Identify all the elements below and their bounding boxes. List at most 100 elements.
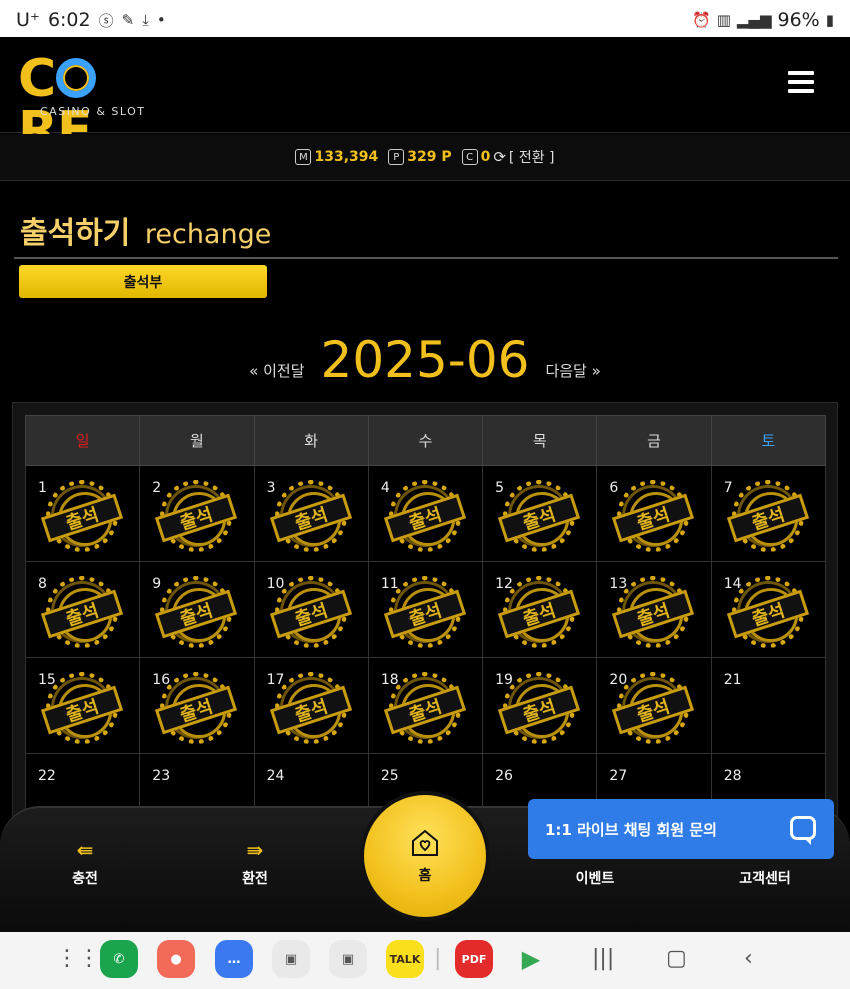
day-number: 6 — [609, 480, 619, 496]
hamburger-bar — [788, 89, 814, 93]
kakaotalk-app-icon[interactable]: TALK — [386, 940, 424, 978]
home-button[interactable]: 홈 — [360, 791, 490, 921]
android-dock: ⋮⋮⋮ ✆ ● … ▣ ▣ TALK | PDF ▶ ||| ▢ ‹ — [0, 932, 850, 989]
weekday-header: 금 — [596, 415, 712, 466]
play-store-icon[interactable]: ▶ — [512, 940, 550, 978]
hamburger-icon[interactable] — [788, 71, 814, 93]
phone-app-icon[interactable]: ✆ — [100, 940, 138, 978]
day-number: 7 — [723, 480, 733, 496]
day-number: 17 — [266, 672, 285, 688]
day-number: 11 — [380, 576, 399, 592]
day-number: 23 — [152, 768, 171, 784]
stamp-label: 출석 — [612, 685, 695, 735]
home-nav-icon[interactable]: ▢ — [666, 946, 687, 971]
stamp-label: 출석 — [726, 589, 809, 639]
point-icon: P — [388, 149, 405, 165]
stamp-label: 출석 — [498, 493, 581, 543]
calendar-day-cell: 출석 18 — [367, 657, 484, 754]
edit-icon: ✎ — [121, 11, 135, 29]
attendance-tab-button[interactable]: 출석부 — [19, 265, 267, 298]
day-number: 16 — [152, 672, 171, 688]
calendar-day-cell: 출석 15 — [24, 657, 141, 754]
contacts-app-icon[interactable]: ● — [157, 940, 195, 978]
back-icon[interactable]: ‹ — [744, 946, 753, 971]
prev-month-link[interactable]: « 이전달 — [249, 340, 304, 381]
day-number: 22 — [38, 768, 56, 784]
day-number: 9 — [152, 576, 162, 592]
refresh-icon[interactable]: ⟳ — [493, 148, 506, 166]
weekday-header: 목 — [482, 415, 598, 466]
stamp-label: 출석 — [269, 493, 352, 543]
attendance-stamp-icon: 출석 — [726, 480, 809, 552]
stamp-label: 출석 — [40, 493, 124, 543]
calendar-day-cell: 출석 6 — [596, 465, 712, 562]
day-number: 20 — [609, 672, 628, 688]
calendar-day-cell: 출석 12 — [482, 561, 598, 658]
download-icon: ⤓ — [142, 11, 149, 29]
carrier-label: U⁺ — [16, 9, 40, 31]
calendar-container: 일월화수목금토 출석 1 출석 2 출석 3 출석 4 출석 5 출석 6 출석 7 출석 8 출석 9 출석 10 출… — [12, 402, 838, 822]
messages-app-icon[interactable]: … — [215, 940, 253, 978]
stamp-label: 출석 — [155, 685, 238, 735]
calendar-day-cell: 출석 17 — [253, 657, 369, 754]
title-divider — [14, 257, 838, 259]
stamp-label: 출석 — [383, 589, 466, 639]
withdraw-icon: ⇛ — [246, 838, 264, 862]
logo-subtitle: CASINO & SLOT — [40, 105, 146, 118]
app-folder-2-icon[interactable]: ▣ — [329, 940, 367, 978]
stamp-label: 출석 — [498, 589, 581, 639]
day-number: 3 — [266, 480, 276, 496]
coin-icon: C — [461, 149, 478, 165]
calendar-day-cell: 출석 5 — [482, 465, 598, 562]
convert-link[interactable]: [ 전환 ] — [509, 147, 555, 167]
day-number: 1 — [38, 480, 47, 496]
calendar-day-cell: 출석 13 — [596, 561, 712, 658]
attendance-stamp-icon: 출석 — [612, 576, 695, 648]
day-number: 27 — [609, 768, 628, 784]
chat-bubble-icon — [790, 816, 816, 845]
deposit-icon: ⇚ — [76, 838, 94, 862]
day-number: 24 — [266, 768, 285, 784]
page-title: 출석하기 rechange — [20, 208, 271, 252]
attendance-stamp-icon: 출석 — [612, 480, 695, 552]
day-number: 12 — [495, 576, 513, 592]
stamp-label: 출석 — [155, 493, 238, 543]
day-number: 15 — [38, 672, 56, 688]
month-navigation: « 이전달 2025-06 다음달 » — [0, 330, 850, 390]
money-value: 133,394 — [314, 149, 379, 165]
balance-bar: M 133,394 P 329 P C 0 ⟳ [ 전환 ] — [0, 134, 850, 181]
attendance-stamp-icon: 출석 — [40, 672, 124, 744]
calendar-day-cell: 출석 8 — [24, 561, 141, 658]
attendance-stamp-icon: 출석 — [40, 576, 124, 648]
attendance-calendar: 일월화수목금토 출석 1 출석 2 출석 3 출석 4 출석 5 출석 6 출석 7 출석 8 출석 9 출석 10 출… — [24, 415, 827, 821]
recents-icon[interactable]: ||| — [592, 946, 614, 971]
point-balance: P 329 P — [388, 149, 452, 165]
day-number: 10 — [266, 576, 285, 592]
attendance-stamp-icon: 출석 — [612, 672, 695, 744]
calendar-day-cell: 출석 16 — [139, 657, 255, 754]
site-header: CRE CASINO & SLOT — [0, 37, 850, 157]
calendar-body: 출석 1 출석 2 출석 3 출석 4 출석 5 출석 6 출석 7 출석 8 출석 9 출석 10 출석 11 출석 12 출… — [24, 465, 827, 821]
attendance-stamp-icon: 출석 — [383, 576, 466, 648]
hamburger-bar — [788, 80, 814, 84]
page-title-ko: 출석하기 — [20, 216, 131, 251]
app-folder-icon[interactable]: ▣ — [272, 940, 310, 978]
live-chat-button[interactable]: 1:1 라이브 채팅 회원 문의 — [528, 799, 834, 859]
weekday-header: 화 — [253, 415, 369, 466]
signal-icon: ▂▄▆ — [736, 11, 772, 29]
stamp-label: 출석 — [726, 493, 809, 543]
site-logo[interactable]: CRE CASINO & SLOT — [18, 53, 168, 157]
sy-icon: ⓢ — [98, 11, 114, 30]
current-month: 2025-06 — [320, 331, 530, 389]
day-number: 25 — [380, 768, 399, 784]
nav-withdraw-label: 환전 — [242, 871, 268, 887]
nav-deposit[interactable]: ⇚ 충전 — [35, 838, 135, 888]
nav-withdraw[interactable]: ⇛ 환전 — [205, 838, 305, 888]
live-chat-label: 1:1 라이브 채팅 회원 문의 — [545, 820, 717, 839]
day-number: 5 — [495, 480, 505, 496]
day-number: 4 — [380, 480, 390, 496]
nav-deposit-label: 충전 — [72, 871, 98, 887]
attendance-stamp-icon: 출석 — [726, 576, 809, 648]
next-month-link[interactable]: 다음달 » — [545, 340, 600, 381]
pdf-app-icon[interactable]: PDF — [455, 940, 493, 978]
